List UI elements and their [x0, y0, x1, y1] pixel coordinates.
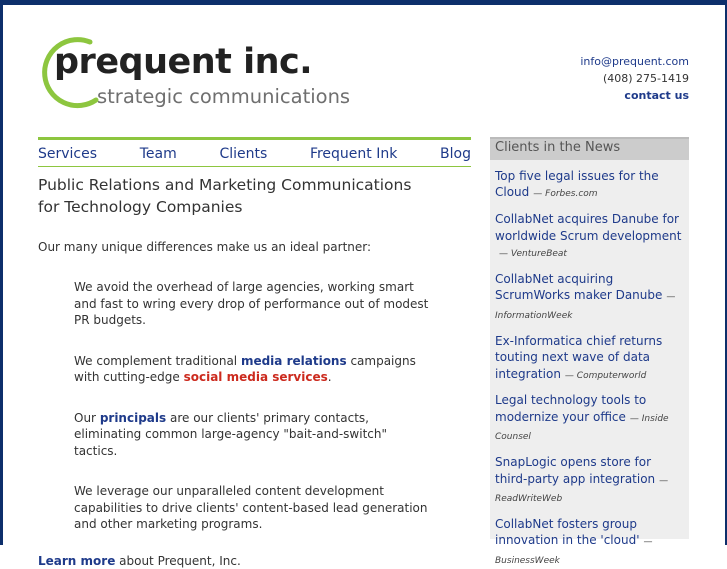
point-content: We leverage our unparalleled content dev…: [74, 484, 428, 531]
social-media-services-link[interactable]: social media services: [184, 370, 328, 384]
point-principals-text-a: Our: [74, 410, 100, 425]
nav-item-blog[interactable]: Blog: [440, 145, 471, 162]
left-frame-bar: [0, 0, 3, 545]
news-source: — Computerworld: [564, 370, 647, 381]
email-link[interactable]: info@prequent.com: [580, 53, 689, 70]
main-content: Public Relations and Marketing Communica…: [38, 174, 458, 569]
intro-text: Our many unique differences make us an i…: [38, 240, 372, 254]
news-title-link[interactable]: CollabNet acquiring ScrumWorks maker Dan…: [495, 272, 662, 302]
principals-link[interactable]: principals: [100, 411, 166, 425]
media-relations-link[interactable]: media relations: [241, 354, 347, 368]
contact-block: info@prequent.com (408) 275-1419 contact…: [580, 53, 689, 104]
list-item: CollabNet acquiring ScrumWorks maker Dan…: [495, 271, 683, 324]
learn-more-rest: about Prequent, Inc.: [115, 553, 241, 568]
learn-more-line: Learn more about Prequent, Inc.: [38, 553, 458, 569]
news-title-link[interactable]: CollabNet fosters group innovation in th…: [495, 517, 640, 547]
nav-item-frequent-ink[interactable]: Frequent Ink: [310, 145, 397, 162]
news-source: — Forbes.com: [533, 189, 598, 200]
news-heading: Clients in the News: [490, 137, 689, 160]
nav-item-clients[interactable]: Clients: [219, 145, 267, 162]
page-title-line2: for Technology Companies: [38, 198, 243, 216]
clients-in-news-panel: Clients in the News Top five legal issue…: [490, 137, 689, 566]
list-item: CollabNet acquires Danube for worldwide …: [495, 211, 683, 262]
list-item: Legal technology tools to modernize your…: [495, 392, 683, 445]
point-media-text-c: .: [327, 370, 332, 384]
news-title-link[interactable]: SnapLogic opens store for third-party ap…: [495, 455, 655, 485]
top-frame-bar: [0, 0, 727, 5]
page-title-line1: Public Relations and Marketing Communica…: [38, 176, 412, 194]
point-media-text-a: We complement traditional: [74, 353, 241, 368]
nav-item-services[interactable]: Services: [38, 145, 97, 162]
point-principals: Our principals are our clients' primary …: [74, 410, 434, 460]
news-source: — VentureBeat: [499, 249, 567, 260]
list-item: SnapLogic opens store for third-party ap…: [495, 454, 683, 507]
news-title-link[interactable]: Legal technology tools to modernize your…: [495, 393, 646, 423]
list-item: Ex-Informatica chief returns touting nex…: [495, 333, 683, 384]
brand-name: prequent inc.: [54, 42, 313, 82]
list-item: Top five legal issues for the Cloud — For…: [495, 168, 683, 203]
nav-item-team[interactable]: Team: [140, 145, 177, 162]
list-item: CollabNet fosters group innovation in th…: [495, 516, 683, 569]
brand-tagline: strategic communications: [97, 85, 351, 108]
news-list: Top five legal issues for the Cloud — For…: [490, 160, 689, 569]
phone-number: (408) 275-1419: [602, 72, 689, 85]
contact-us-link[interactable]: contact us: [580, 87, 689, 104]
point-overhead: We avoid the overhead of large agencies,…: [74, 280, 429, 327]
page-title: Public Relations and Marketing Communica…: [38, 174, 458, 218]
news-title-link[interactable]: CollabNet acquires Danube for worldwide …: [495, 212, 681, 242]
learn-more-link[interactable]: Learn more: [38, 554, 115, 568]
brand-logo[interactable]: prequent inc. strategic communications: [36, 34, 376, 114]
point-media: We complement traditional media relation…: [74, 353, 434, 386]
main-nav: Services Team Clients Frequent Ink Blog: [38, 137, 471, 167]
